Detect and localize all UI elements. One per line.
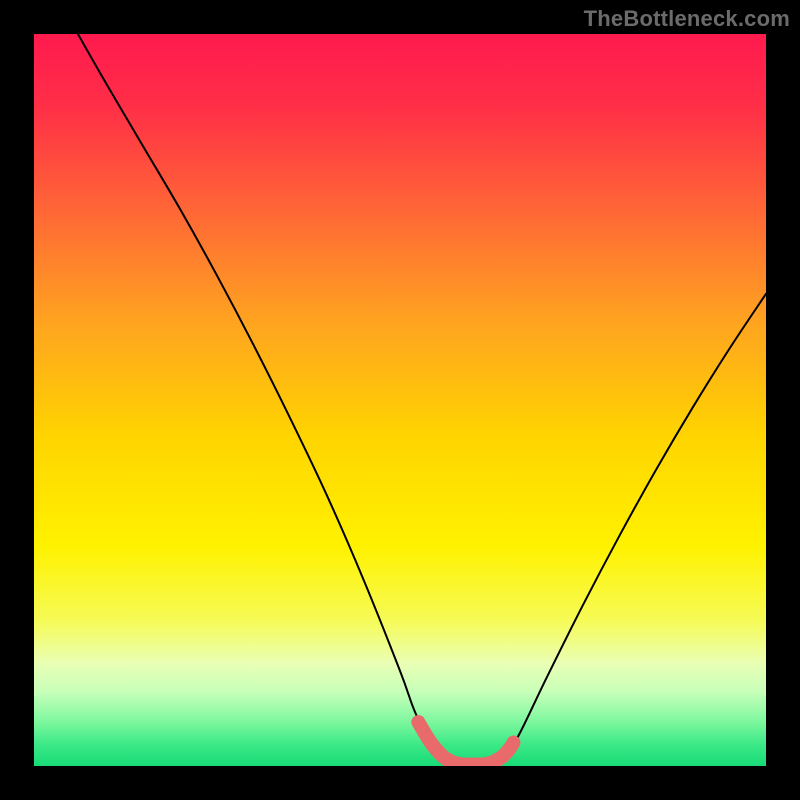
- chart-frame: TheBottleneck.com: [0, 0, 800, 800]
- chart-svg: [34, 34, 766, 766]
- plot-area: [34, 34, 766, 766]
- gradient-background: [34, 34, 766, 766]
- watermark-text: TheBottleneck.com: [584, 6, 790, 32]
